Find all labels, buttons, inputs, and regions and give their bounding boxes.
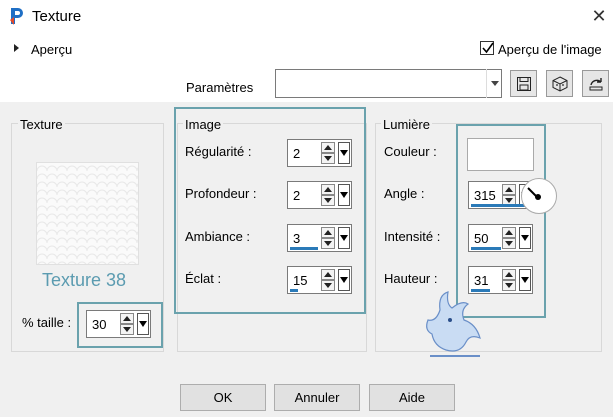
spin-up-icon[interactable]	[120, 313, 134, 324]
regularite-spinbox[interactable]: 2	[287, 139, 352, 167]
spin-up-icon[interactable]	[321, 227, 335, 238]
couleur-swatch[interactable]	[467, 138, 534, 171]
eclat-spinbox[interactable]: 15	[287, 266, 352, 294]
spin-down-icon[interactable]	[321, 195, 335, 206]
profondeur-spinbox[interactable]: 2	[287, 181, 352, 209]
aide-button[interactable]: Aide	[369, 384, 455, 411]
hauteur-value[interactable]: 31	[474, 273, 488, 288]
intensite-progress	[471, 247, 501, 250]
chevron-down-icon[interactable]	[486, 69, 502, 98]
spin-down-icon[interactable]	[321, 238, 335, 249]
spin-up-icon[interactable]	[321, 269, 335, 280]
dropdown-icon[interactable]	[338, 184, 350, 206]
dropdown-icon[interactable]	[519, 227, 531, 249]
ambiance-label: Ambiance :	[185, 229, 251, 244]
parametres-combobox[interactable]	[275, 69, 502, 98]
spin-up-icon[interactable]	[321, 184, 335, 195]
dropdown-icon[interactable]	[338, 227, 350, 249]
ambiance-progress	[290, 247, 318, 250]
spin-up-icon[interactable]	[502, 269, 516, 280]
regularite-value[interactable]: 2	[293, 146, 300, 161]
spin-up-icon[interactable]	[502, 184, 516, 195]
spin-up-icon[interactable]	[502, 227, 516, 238]
eclat-label: Éclat :	[185, 271, 222, 286]
angle-label: Angle :	[384, 186, 425, 201]
intensite-label: Intensité :	[384, 229, 441, 244]
ambiance-value[interactable]: 3	[293, 231, 300, 246]
apercu-image-checkbox[interactable]	[480, 41, 494, 55]
texture-group-title: Texture	[18, 117, 65, 132]
hauteur-label: Hauteur :	[384, 271, 438, 286]
spin-down-icon[interactable]	[120, 324, 134, 335]
texture-name: Texture 38	[42, 270, 127, 290]
dropdown-icon[interactable]	[137, 313, 149, 335]
taille-value[interactable]: 30	[92, 317, 106, 332]
close-icon[interactable]: ✕	[588, 5, 610, 27]
image-group-title: Image	[183, 117, 224, 132]
expand-arrow-icon[interactable]	[14, 44, 19, 52]
regularite-label: Régularité :	[185, 144, 252, 159]
apercu-image-label[interactable]: Aperçu de l'image	[498, 42, 602, 57]
save-icon	[517, 77, 531, 91]
paintshop-app-icon	[10, 8, 23, 25]
dropdown-icon[interactable]	[519, 269, 531, 291]
spin-up-icon[interactable]	[321, 142, 335, 153]
eclat-value[interactable]: 15	[293, 273, 307, 288]
intensite-value[interactable]: 50	[474, 231, 488, 246]
spin-down-icon[interactable]	[321, 153, 335, 164]
window-title: Texture	[32, 8, 82, 25]
texture-thumbnail[interactable]	[36, 162, 139, 265]
angle-progress	[471, 204, 529, 207]
dice-icon	[552, 76, 568, 92]
reset-icon	[589, 78, 603, 91]
spin-down-icon[interactable]	[321, 280, 335, 291]
couleur-label: Couleur :	[384, 144, 437, 159]
intensite-spinbox[interactable]: 50	[468, 224, 533, 252]
profondeur-label: Profondeur :	[185, 186, 257, 201]
save-preset-button[interactable]	[510, 70, 537, 97]
randomize-button[interactable]	[546, 70, 573, 97]
dropdown-icon[interactable]	[338, 269, 350, 291]
angle-dial[interactable]	[521, 178, 557, 214]
dropdown-icon[interactable]	[338, 142, 350, 164]
spin-down-icon[interactable]	[502, 238, 516, 249]
texture-pattern	[37, 163, 138, 264]
angle-value[interactable]: 315	[474, 188, 496, 203]
taille-spinbox[interactable]: 30	[86, 310, 151, 338]
ok-button[interactable]: OK	[180, 384, 266, 411]
eclat-progress	[290, 289, 298, 292]
profondeur-value[interactable]: 2	[293, 188, 300, 203]
annuler-button[interactable]: Annuler	[274, 384, 360, 411]
taille-label: % taille :	[22, 315, 72, 330]
checkmark-icon	[482, 42, 494, 54]
parametres-label: Paramètres	[186, 80, 254, 95]
spin-down-icon[interactable]	[502, 280, 516, 291]
ambiance-spinbox[interactable]: 3	[287, 224, 352, 252]
apercu-toggle[interactable]: Aperçu	[31, 42, 72, 57]
title-bar	[0, 0, 613, 34]
reset-button[interactable]	[582, 70, 609, 97]
lumiere-group-title: Lumière	[381, 117, 432, 132]
watermark-logo	[426, 291, 481, 357]
